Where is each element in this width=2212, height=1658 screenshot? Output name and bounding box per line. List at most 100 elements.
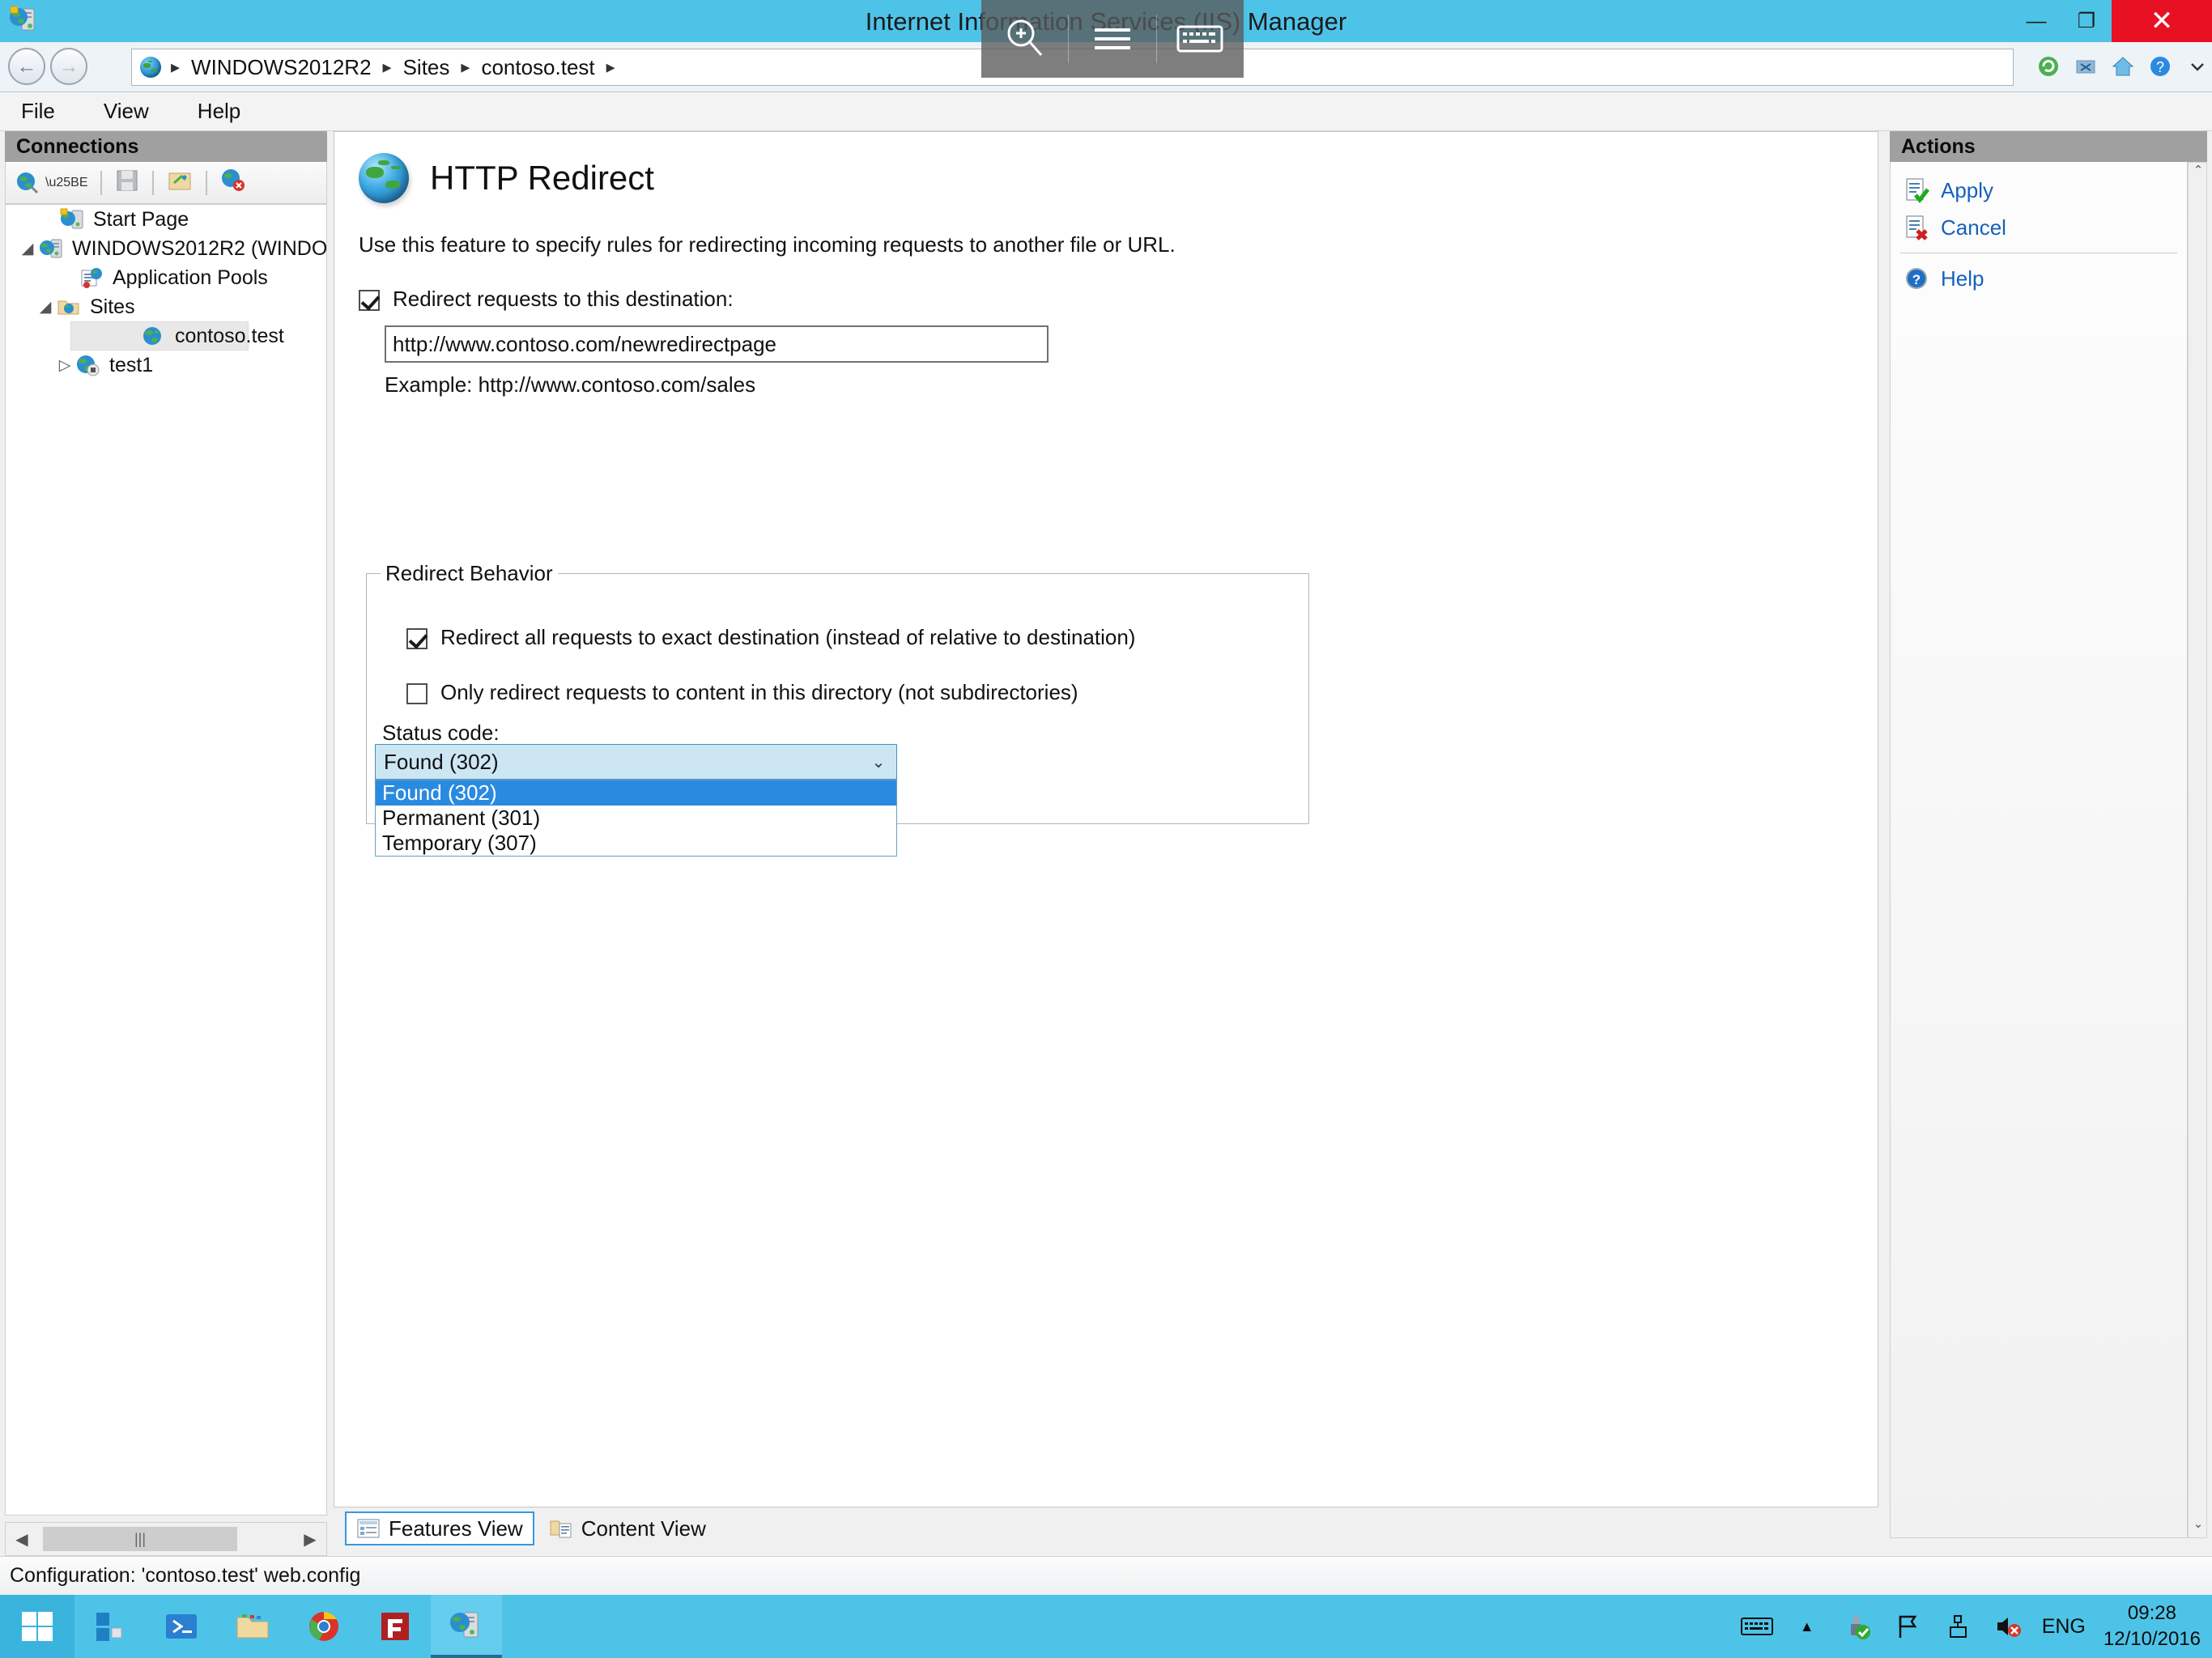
only-directory-checkbox[interactable]: [406, 683, 428, 704]
dropdown-option-permanent-301[interactable]: Permanent (301): [376, 806, 896, 831]
menu-view[interactable]: View: [97, 96, 155, 127]
scroll-right-icon[interactable]: ▶: [294, 1529, 326, 1550]
taskbar-chrome-icon[interactable]: [288, 1595, 359, 1658]
breadcrumb-globe-icon: [140, 57, 161, 78]
open-connection-icon[interactable]: [167, 168, 193, 197]
status-code-label: Status code:: [382, 721, 500, 745]
exact-destination-checkbox[interactable]: [406, 628, 428, 649]
connections-tree[interactable]: Start Page ◢ WINDOWS2012R2 (WINDOWS Appl…: [5, 204, 327, 1516]
app-pools-icon: [79, 266, 106, 289]
tray-clock[interactable]: 09:28 12/10/2016: [2104, 1601, 2201, 1652]
toolbar-separator-3: [206, 170, 208, 195]
redirect-enable-checkbox[interactable]: [359, 290, 380, 311]
menu-file[interactable]: File: [15, 96, 62, 127]
action-help[interactable]: ? Help: [1891, 260, 2187, 297]
site-stopped-icon: [75, 354, 103, 376]
tree-item-label: contoso.test: [175, 324, 284, 347]
flag-action-center-icon[interactable]: [1891, 1610, 1924, 1643]
scroll-left-icon[interactable]: ◀: [6, 1529, 38, 1550]
minimize-button[interactable]: —: [2011, 0, 2061, 42]
tree-twisty-expanded[interactable]: ◢: [35, 298, 56, 317]
refresh-icon[interactable]: [2032, 50, 2065, 83]
save-connection-icon[interactable]: [115, 168, 139, 197]
connect-to-icon[interactable]: \u25BE: [15, 171, 87, 195]
breadcrumb-separator-3: ▸: [606, 57, 615, 77]
toolbar-separator-1: [100, 170, 103, 195]
action-label: Cancel: [1941, 215, 2006, 240]
exact-destination-label: Redirect all requests to exact destinati…: [440, 625, 1136, 649]
tray-expand-icon[interactable]: ▲: [1791, 1610, 1823, 1643]
taskbar: ▲ ENG 09:28 12/10/2016: [0, 1595, 2212, 1658]
close-button[interactable]: ✕: [2112, 0, 2212, 42]
tree-item-label: Start Page: [93, 207, 189, 231]
only-directory-checkbox-row[interactable]: Only redirect requests to content in thi…: [406, 680, 1078, 704]
hamburger-menu-icon[interactable]: [1069, 0, 1155, 78]
taskbar-filezilla-icon[interactable]: [359, 1595, 431, 1658]
breadcrumb-separator-1: ▸: [382, 57, 392, 77]
menu-help[interactable]: Help: [191, 96, 247, 127]
dropdown-option-found-302[interactable]: Found (302): [376, 780, 896, 806]
actions-pane: Actions Apply Cancel ? Help ⌃ ⌄: [1890, 131, 2207, 1556]
keyboard-icon[interactable]: [1157, 0, 1244, 78]
taskbar-iis-manager-icon[interactable]: [431, 1595, 502, 1658]
back-button[interactable]: ←: [8, 48, 45, 85]
tab-content-view[interactable]: Content View: [539, 1511, 716, 1545]
scrollbar-thumb[interactable]: |||: [43, 1527, 237, 1551]
tree-twisty-expanded[interactable]: ◢: [17, 240, 38, 258]
action-label: Help: [1941, 266, 1984, 291]
zoom-in-magnifier-icon[interactable]: [981, 0, 1068, 78]
apply-check-icon: [1904, 177, 1929, 203]
action-apply[interactable]: Apply: [1891, 172, 2187, 209]
svg-text:?: ?: [1912, 272, 1921, 287]
forward-button[interactable]: →: [50, 48, 87, 85]
home-icon[interactable]: [2107, 50, 2139, 83]
network-icon[interactable]: [1942, 1610, 1974, 1643]
volume-muted-icon[interactable]: [1992, 1610, 2024, 1643]
actions-scrollbar[interactable]: ⌃ ⌄: [2188, 162, 2207, 1538]
tree-item-sites[interactable]: ◢ Sites: [6, 292, 326, 321]
tab-features-view[interactable]: Features View: [345, 1511, 534, 1545]
connections-header: Connections: [5, 131, 327, 162]
on-screen-keyboard-icon[interactable]: [1740, 1610, 1773, 1643]
disconnect-icon[interactable]: [220, 168, 248, 197]
breadcrumb-item-site[interactable]: contoso.test: [481, 55, 594, 80]
taskbar-powershell-icon[interactable]: [146, 1595, 217, 1658]
cancel-x-icon: [1904, 215, 1929, 240]
dropdown-option-temporary-307[interactable]: Temporary (307): [376, 831, 896, 856]
exact-destination-checkbox-row[interactable]: Redirect all requests to exact destinati…: [406, 625, 1135, 649]
usb-safe-remove-icon[interactable]: [1841, 1610, 1874, 1643]
maximize-button[interactable]: ❐: [2061, 0, 2112, 42]
taskbar-file-explorer-icon[interactable]: [217, 1595, 288, 1658]
tree-item-label: WINDOWS2012R2 (WINDOWS: [72, 236, 327, 260]
chevron-down-icon[interactable]: ⌄: [861, 745, 896, 779]
tree-item-start-page[interactable]: Start Page: [6, 205, 326, 234]
scroll-up-icon[interactable]: ⌃: [2189, 163, 2208, 184]
tree-item-contoso-test[interactable]: contoso.test: [70, 321, 284, 351]
tree-item-application-pools[interactable]: Application Pools: [6, 263, 326, 292]
help-question-icon: ?: [1904, 266, 1929, 291]
breadcrumb-item-sites[interactable]: Sites: [403, 55, 450, 80]
tree-twisty-collapsed[interactable]: ▷: [54, 356, 75, 375]
taskbar-server-manager-icon[interactable]: [74, 1595, 146, 1658]
redirect-enable-checkbox-row[interactable]: Redirect requests to this destination:: [359, 287, 1878, 311]
action-cancel[interactable]: Cancel: [1891, 209, 2187, 246]
windows-start-icon[interactable]: [0, 1595, 74, 1658]
breadcrumb-item-server[interactable]: WINDOWS2012R2: [191, 55, 372, 80]
tree-item-test1[interactable]: ▷ test1: [6, 351, 326, 380]
help-icon[interactable]: ?: [2144, 50, 2176, 83]
action-label: Apply: [1941, 177, 1994, 202]
actions-header: Actions: [1890, 131, 2207, 162]
features-view-icon: [356, 1518, 381, 1539]
chevron-down-icon[interactable]: [2181, 50, 2212, 83]
connections-horizontal-scrollbar[interactable]: ◀ ||| ▶: [5, 1522, 327, 1556]
redirect-example-text: Example: http://www.contoso.com/sales: [385, 372, 756, 397]
status-code-dropdown-list[interactable]: Found (302) Permanent (301) Temporary (3…: [375, 780, 897, 857]
only-directory-label: Only redirect requests to content in thi…: [440, 680, 1078, 704]
tree-item-server[interactable]: ◢ WINDOWS2012R2 (WINDOWS: [6, 234, 326, 263]
stop-icon[interactable]: [2069, 50, 2102, 83]
redirect-destination-input[interactable]: http://www.contoso.com/newredirectpage: [385, 325, 1049, 363]
system-tray: ▲ ENG 09:28 12/10/2016: [1740, 1595, 2212, 1658]
tray-language-indicator[interactable]: ENG: [2042, 1615, 2086, 1639]
status-code-combobox[interactable]: Found (302) ⌄: [375, 744, 897, 780]
scroll-down-icon[interactable]: ⌄: [2189, 1516, 2208, 1537]
